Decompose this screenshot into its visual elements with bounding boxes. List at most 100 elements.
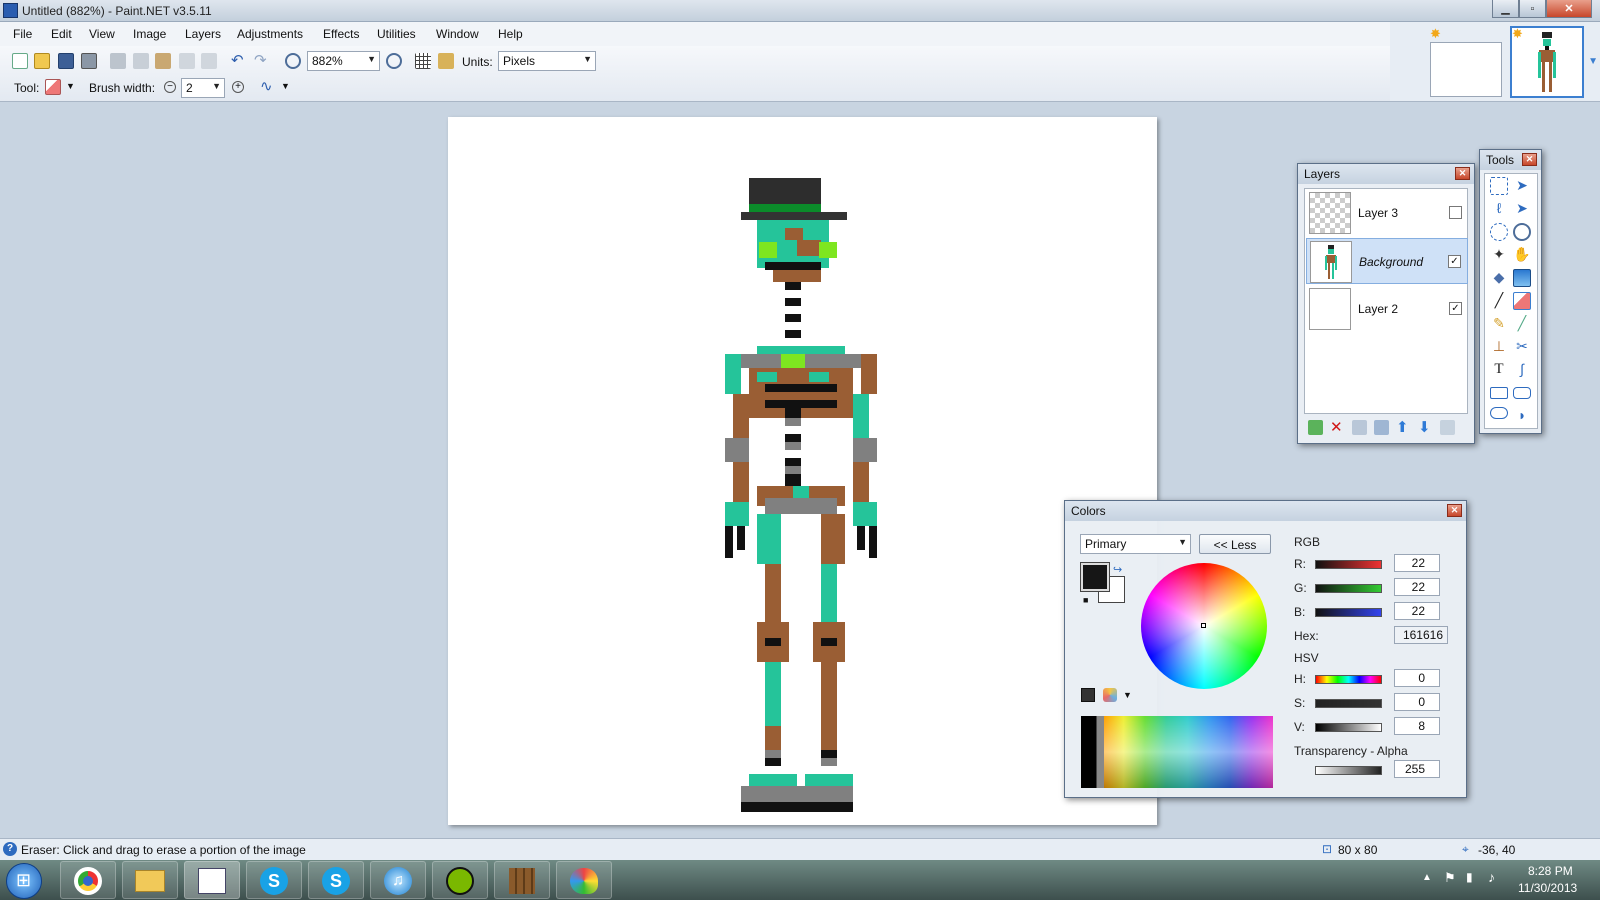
antialias-icon[interactable]: ∿ xyxy=(260,79,276,95)
zoom-in-icon[interactable] xyxy=(386,53,402,69)
deselect-icon[interactable] xyxy=(201,53,217,69)
start-button[interactable]: ⊞ xyxy=(6,863,42,899)
color-picker-icon[interactable]: ╱ xyxy=(1513,315,1531,333)
hue-slider[interactable] xyxy=(1315,675,1382,684)
less-button[interactable]: << Less xyxy=(1199,534,1271,554)
close-icon[interactable]: ✕ xyxy=(1455,167,1470,180)
layer-visibility-checkbox[interactable] xyxy=(1449,206,1462,219)
hex-value-input[interactable]: 161616 xyxy=(1394,626,1448,644)
green-value-input[interactable]: 22 xyxy=(1394,578,1440,596)
rulers-icon[interactable] xyxy=(438,53,454,69)
value-value-input[interactable]: 8 xyxy=(1394,717,1440,735)
paintbrush-icon[interactable]: ╱ xyxy=(1490,292,1508,310)
chevron-down-icon[interactable]: ▼ xyxy=(1123,690,1132,700)
recolor-icon[interactable]: ✂ xyxy=(1513,338,1531,356)
layer-properties-icon[interactable] xyxy=(1440,420,1455,435)
close-icon[interactable]: ✕ xyxy=(1522,153,1537,166)
pan-icon[interactable]: ✋ xyxy=(1513,246,1531,264)
grid-icon[interactable] xyxy=(415,53,431,69)
taskbar-paint[interactable] xyxy=(556,861,612,899)
color-target-combo[interactable]: Primary ▼ xyxy=(1080,534,1191,554)
redo-icon[interactable]: ↷ xyxy=(254,53,270,69)
swap-colors-icon[interactable]: ↪ xyxy=(1113,563,1122,576)
taskbar-skype[interactable]: S xyxy=(246,861,302,899)
menu-effects[interactable]: Effects xyxy=(323,27,359,41)
menu-help[interactable]: Help xyxy=(498,27,523,41)
blue-slider[interactable] xyxy=(1315,608,1382,617)
minimize-button[interactable]: ▁ xyxy=(1492,0,1519,18)
red-value-input[interactable]: 22 xyxy=(1394,554,1440,572)
menu-image[interactable]: Image xyxy=(133,27,166,41)
open-icon[interactable] xyxy=(34,53,50,69)
eraser-icon[interactable] xyxy=(1513,292,1531,310)
eraser-tool-icon[interactable] xyxy=(45,79,61,95)
menu-window[interactable]: Window xyxy=(436,27,479,41)
clone-stamp-icon[interactable]: ⊥ xyxy=(1490,338,1508,356)
taskbar-explorer[interactable] xyxy=(122,861,178,899)
palette-menu-icon[interactable] xyxy=(1103,688,1117,702)
move-selected-icon[interactable]: ➤ xyxy=(1513,200,1531,218)
taskbar-paintnet[interactable] xyxy=(184,861,240,899)
delete-layer-icon[interactable]: ✕ xyxy=(1330,420,1345,435)
zoom-out-icon[interactable] xyxy=(285,53,301,69)
brush-width-combo[interactable]: 2 ▼ xyxy=(181,78,225,98)
line-curve-icon[interactable]: ∫ xyxy=(1513,361,1531,379)
taskbar-itunes[interactable]: ♫ xyxy=(370,861,426,899)
freeform-shape-icon[interactable]: ◗ xyxy=(1513,407,1531,425)
menu-adjustments[interactable]: Adjustments xyxy=(237,27,303,41)
layer-row-background[interactable]: Background ✓ xyxy=(1306,238,1468,284)
alpha-value-input[interactable]: 255 xyxy=(1394,760,1440,778)
saturation-value-input[interactable]: 0 xyxy=(1394,693,1440,711)
taskbar-skype-2[interactable]: S xyxy=(308,861,364,899)
print-icon[interactable] xyxy=(81,53,97,69)
primary-color-swatch[interactable] xyxy=(1080,562,1110,592)
drawing-canvas[interactable] xyxy=(448,117,1157,825)
blue-value-input[interactable]: 22 xyxy=(1394,602,1440,620)
taskbar-chrome[interactable] xyxy=(60,861,116,899)
zoom-icon[interactable] xyxy=(1513,223,1531,241)
menu-utilities[interactable]: Utilities xyxy=(377,27,416,41)
reset-colors-icon[interactable]: ■ xyxy=(1083,595,1088,605)
ellipse-icon[interactable] xyxy=(1490,407,1508,419)
menu-file[interactable]: File xyxy=(13,27,32,41)
move-layer-up-icon[interactable]: ⬆ xyxy=(1396,420,1411,435)
rectangle-icon[interactable] xyxy=(1490,387,1508,399)
red-slider[interactable] xyxy=(1315,560,1382,569)
copy-icon[interactable] xyxy=(133,53,149,69)
merge-layer-icon[interactable] xyxy=(1374,420,1389,435)
duplicate-layer-icon[interactable] xyxy=(1352,420,1367,435)
text-icon[interactable]: T xyxy=(1490,361,1508,379)
close-icon[interactable]: ✕ xyxy=(1447,504,1462,517)
move-selection-icon[interactable]: ➤ xyxy=(1513,177,1531,195)
decrease-icon[interactable]: − xyxy=(164,81,176,93)
network-icon[interactable]: ▮ xyxy=(1466,870,1473,884)
show-hidden-icons[interactable]: ▲ xyxy=(1422,872,1432,883)
menu-layers[interactable]: Layers xyxy=(185,27,221,41)
clock-time[interactable]: 8:28 PM xyxy=(1528,864,1573,878)
layer-row-layer2[interactable]: Layer 2 ✓ xyxy=(1306,286,1468,332)
taskbar-spotify[interactable] xyxy=(432,861,488,899)
color-palette[interactable] xyxy=(1081,716,1273,788)
layer-visibility-checkbox[interactable]: ✓ xyxy=(1448,255,1461,268)
crop-icon[interactable] xyxy=(179,53,195,69)
value-slider[interactable] xyxy=(1315,723,1382,732)
rectangle-select-icon[interactable] xyxy=(1490,177,1508,195)
taskbar-minecraft[interactable] xyxy=(494,861,550,899)
maximize-button[interactable]: ▫ xyxy=(1519,0,1546,18)
clock-date[interactable]: 11/30/2013 xyxy=(1518,881,1577,895)
gradient-icon[interactable] xyxy=(1513,269,1531,287)
add-layer-icon[interactable] xyxy=(1308,420,1323,435)
chevron-down-icon[interactable]: ▼ xyxy=(281,81,290,91)
pencil-icon[interactable]: ✎ xyxy=(1490,315,1508,333)
alpha-slider[interactable] xyxy=(1315,766,1382,775)
close-button[interactable]: ✕ xyxy=(1546,0,1592,18)
ellipse-select-icon[interactable] xyxy=(1490,223,1508,241)
save-icon[interactable] xyxy=(58,53,74,69)
zoom-combo[interactable]: 882% ▼ xyxy=(307,51,380,71)
action-center-icon[interactable]: ⚑ xyxy=(1444,870,1456,886)
cut-icon[interactable] xyxy=(110,53,126,69)
units-combo[interactable]: Pixels ▼ xyxy=(498,51,596,71)
undo-icon[interactable]: ↶ xyxy=(231,53,247,69)
paste-icon[interactable] xyxy=(155,53,171,69)
magic-wand-icon[interactable]: ✦ xyxy=(1490,246,1508,264)
